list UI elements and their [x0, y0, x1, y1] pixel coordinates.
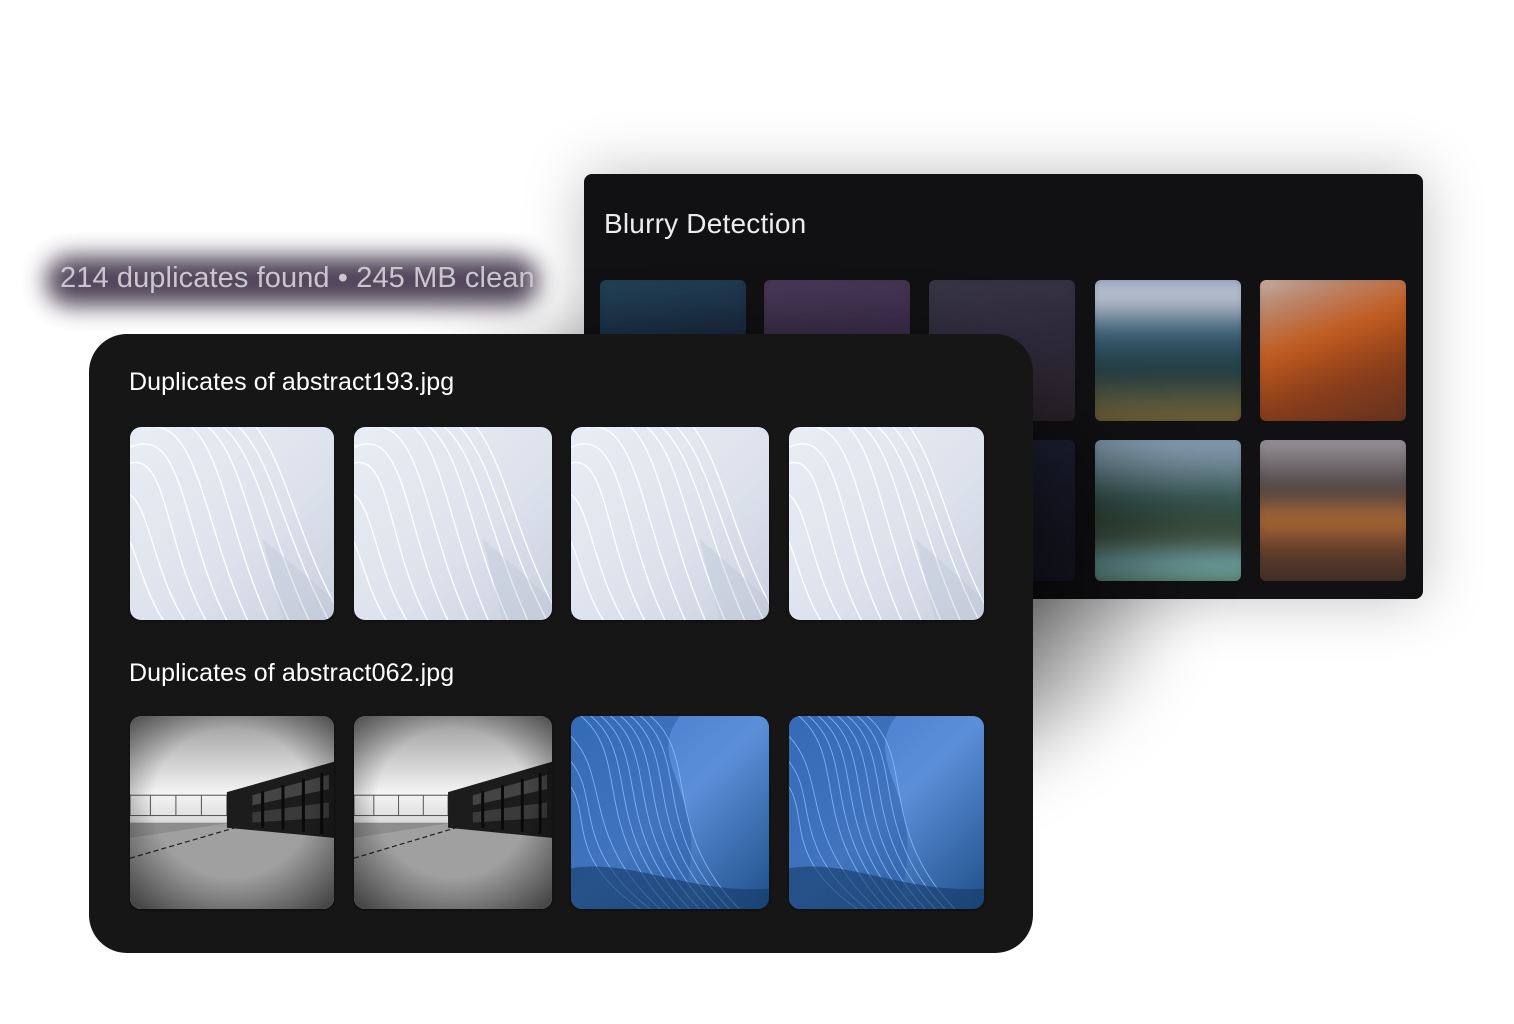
- duplicate-thumb-white-wave[interactable]: [571, 427, 769, 620]
- group-title-abstract062: Duplicates of abstract062.jpg: [129, 659, 455, 687]
- duplicates-stats-text: 214 duplicates found • 245 MB clean: [60, 262, 535, 294]
- group-title-abstract193: Duplicates of abstract193.jpg: [129, 368, 455, 396]
- duplicate-thumb-white-wave[interactable]: [130, 427, 334, 620]
- blur-thumb-orange-ridge[interactable]: [1260, 280, 1406, 421]
- duplicate-thumb-blue-wave[interactable]: [789, 716, 984, 909]
- blurry-detection-title: Blurry Detection: [604, 208, 807, 239]
- blur-thumb-amber-sunset[interactable]: [1260, 440, 1406, 581]
- duplicate-thumb-blue-wave[interactable]: [571, 716, 769, 909]
- duplicate-thumb-white-wave[interactable]: [789, 427, 984, 620]
- duplicate-thumb-bw-building[interactable]: [354, 716, 552, 909]
- duplicate-thumb-bw-building[interactable]: [130, 716, 334, 909]
- duplicates-panel: Duplicates of abstract193.jpg Duplicates…: [89, 334, 1033, 953]
- duplicate-thumb-white-wave[interactable]: [354, 427, 552, 620]
